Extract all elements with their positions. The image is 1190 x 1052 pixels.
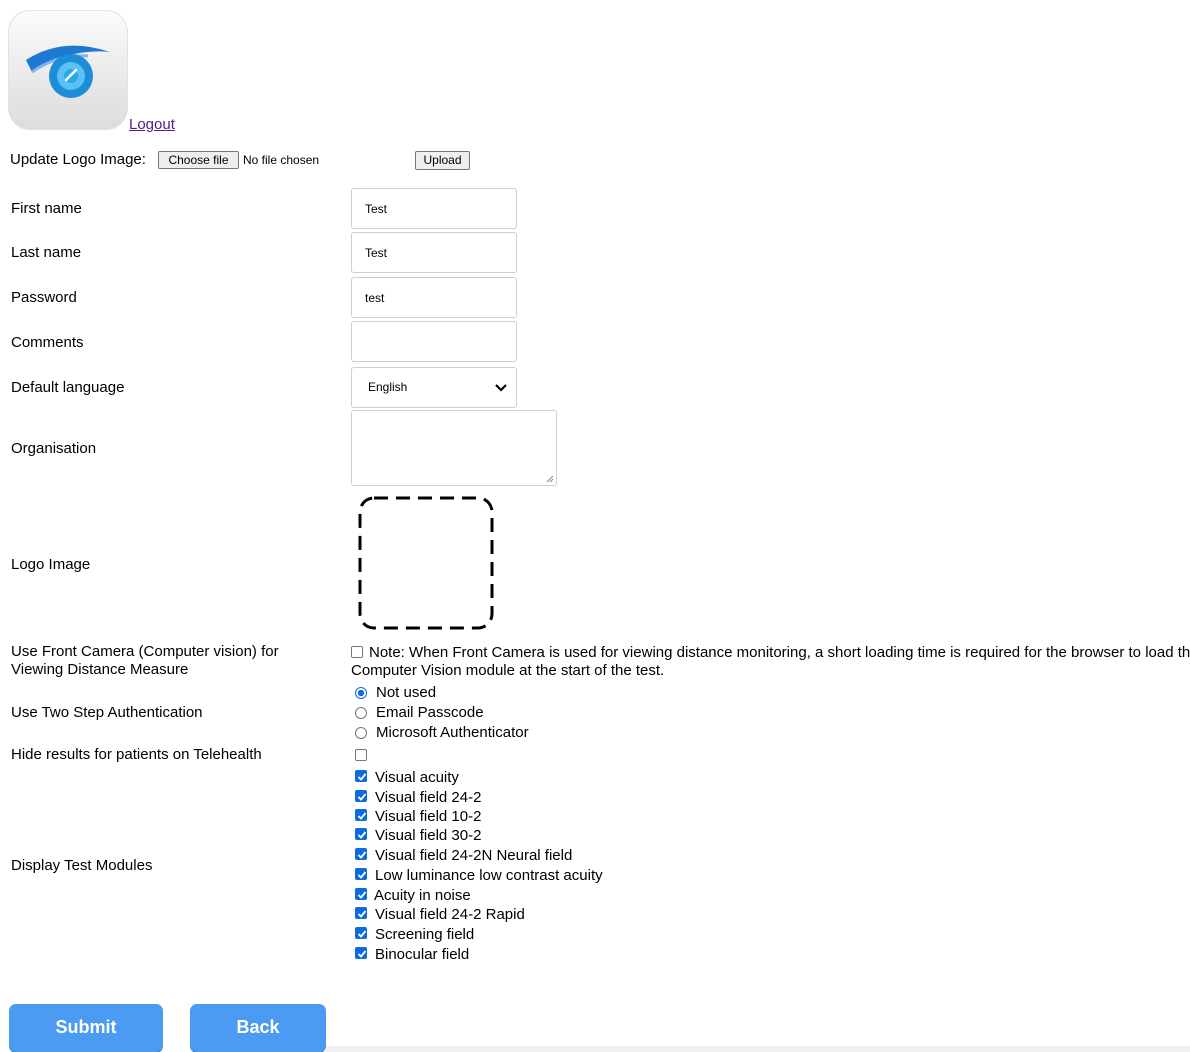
- module-label: Binocular field: [375, 946, 470, 963]
- test-modules-label: Display Test Modules: [11, 857, 153, 874]
- hide-results-checkbox[interactable]: [355, 749, 367, 761]
- module-label: Visual acuity: [375, 769, 459, 786]
- module-checkbox-vf-10-2[interactable]: [355, 809, 367, 821]
- logo-image-label: Logo Image: [11, 556, 91, 573]
- module-label: Low luminance low contrast acuity: [375, 867, 603, 884]
- back-button[interactable]: Back: [190, 1004, 326, 1052]
- module-label: Screening field: [375, 926, 475, 943]
- module-checkbox-vf-24-2n[interactable]: [355, 848, 367, 860]
- comments-input[interactable]: [351, 321, 517, 362]
- two-step-label: Use Two Step Authentication: [11, 704, 203, 721]
- checkmark-icon: [357, 793, 367, 801]
- front-camera-label: Use Front Camera (Computer vision) for V…: [11, 643, 279, 678]
- module-label: Visual field 24-2 Rapid: [375, 906, 525, 923]
- checkmark-icon: [357, 950, 367, 958]
- password-input[interactable]: [351, 277, 517, 318]
- checkmark-icon: [357, 773, 367, 781]
- module-label: Visual field 10-2: [375, 808, 482, 825]
- two-step-radio-email[interactable]: [355, 707, 367, 719]
- module-checkbox-acuity-noise[interactable]: [355, 888, 367, 900]
- module-label: Visual field 30-2: [375, 827, 482, 844]
- checkmark-icon: [357, 891, 367, 899]
- page-bottom-divider: [326, 1046, 1190, 1052]
- checkmark-icon: [357, 831, 367, 839]
- module-label: Visual field 24-2N Neural field: [375, 847, 573, 864]
- first-name-label: First name: [11, 200, 82, 217]
- default-language-select[interactable]: English: [351, 367, 517, 408]
- module-checkbox-vf-24-2[interactable]: [355, 790, 367, 802]
- module-checkbox-vf-rapid[interactable]: [355, 907, 367, 919]
- module-checkbox-screening[interactable]: [355, 927, 367, 939]
- password-label: Password: [11, 289, 77, 306]
- last-name-label: Last name: [11, 244, 82, 261]
- two-step-option-label: Email Passcode: [376, 704, 484, 721]
- first-name-input[interactable]: [351, 188, 517, 229]
- module-checkbox-visual-acuity[interactable]: [355, 770, 367, 782]
- front-camera-checkbox[interactable]: [351, 646, 363, 658]
- checkmark-icon: [357, 851, 367, 859]
- file-status-text: No file chosen: [243, 153, 320, 167]
- default-language-value: English: [368, 380, 408, 394]
- logout-link[interactable]: Logout: [129, 116, 175, 133]
- checkmark-icon: [357, 930, 367, 938]
- module-checkbox-binocular[interactable]: [355, 947, 367, 959]
- hide-results-label: Hide results for patients on Telehealth: [11, 746, 262, 763]
- organisation-label: Organisation: [11, 440, 97, 457]
- checkmark-icon: [357, 910, 367, 918]
- front-camera-note: Note: When Front Camera is used for view…: [351, 644, 1190, 679]
- chevron-down-icon: [495, 384, 507, 392]
- checkmark-icon: [357, 812, 367, 820]
- two-step-option-label: Not used: [376, 684, 437, 701]
- eye-logo-icon: [26, 45, 110, 98]
- app-logo: [8, 10, 128, 130]
- organisation-textarea[interactable]: [351, 410, 557, 486]
- comments-label: Comments: [11, 334, 84, 351]
- submit-button[interactable]: Submit: [9, 1004, 163, 1052]
- checkmark-icon: [357, 871, 367, 879]
- resize-grip-icon[interactable]: [546, 475, 554, 483]
- default-language-label: Default language: [11, 379, 125, 396]
- module-checkbox-vf-30-2[interactable]: [355, 828, 367, 840]
- choose-file-button[interactable]: Choose file: [158, 151, 239, 169]
- module-label: Acuity in noise: [374, 887, 471, 904]
- front-camera-note-row: Note: When Front Camera is used for view…: [351, 644, 1190, 680]
- two-step-radio-authenticator[interactable]: [355, 727, 367, 739]
- module-checkbox-low-luminance[interactable]: [355, 868, 367, 880]
- last-name-input[interactable]: [351, 232, 517, 273]
- module-label: Visual field 24-2: [375, 789, 482, 806]
- update-logo-label: Update Logo Image:: [10, 151, 146, 168]
- two-step-option-label: Microsoft Authenticator: [376, 724, 529, 741]
- logo-image-placeholder: [358, 496, 494, 630]
- upload-button[interactable]: Upload: [415, 151, 470, 170]
- two-step-radio-not-used[interactable]: [355, 687, 367, 699]
